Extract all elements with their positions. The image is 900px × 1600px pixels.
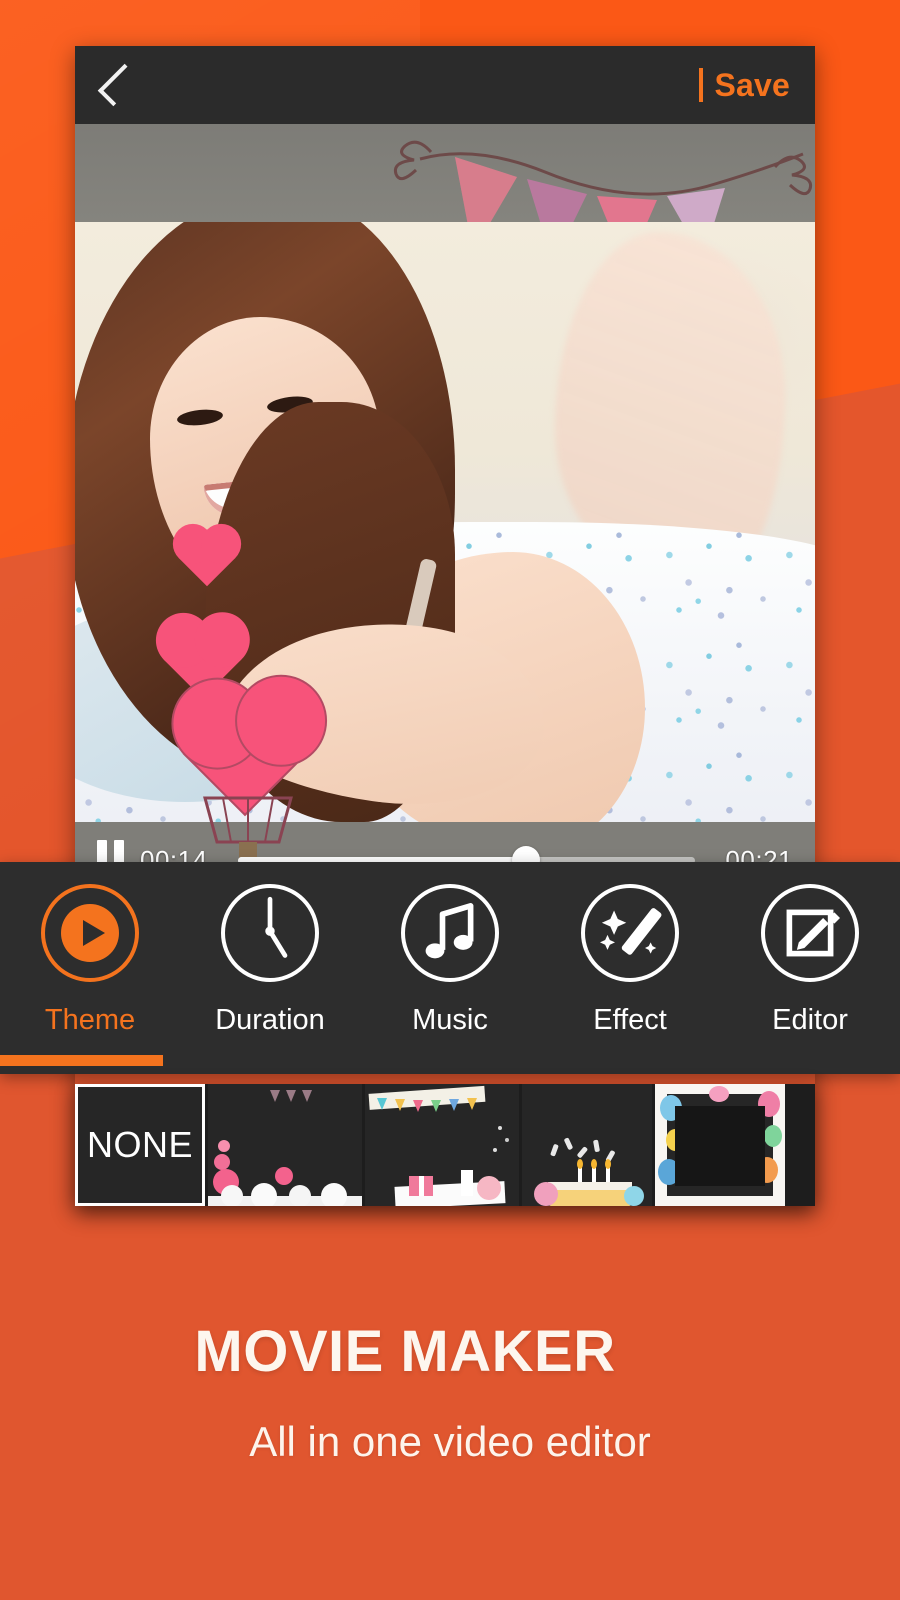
theme-thumbnail-birthday-cake[interactable] xyxy=(522,1084,652,1206)
theme-art-party xyxy=(368,1085,509,1206)
tab-icon-wrapper-theme xyxy=(41,884,139,982)
theme-art-hearts xyxy=(208,1090,362,1206)
tab-music[interactable]: Music xyxy=(360,862,540,1074)
save-button[interactable]: Save xyxy=(699,67,815,104)
promo-title: MOVIE MAKER xyxy=(194,1319,616,1384)
theme-thumbnail-label-none: NONE xyxy=(86,1124,193,1165)
magic-wand-icon xyxy=(600,908,662,955)
theme-thumbnail-balloon-frame[interactable] xyxy=(655,1084,785,1206)
theme-art-birthday xyxy=(534,1137,644,1206)
app-top-bar: Save xyxy=(75,46,815,124)
promo-subtitle: All in one video editor xyxy=(249,1418,651,1465)
clock-icon xyxy=(265,896,288,958)
save-divider xyxy=(699,68,704,102)
tab-icon-wrapper-duration xyxy=(221,884,319,982)
tab-active-indicator xyxy=(0,1055,163,1066)
edit-pencil-icon xyxy=(786,909,840,957)
play-circle-icon xyxy=(61,904,119,962)
editor-tab-bar: Theme Duration Music Effect Editor xyxy=(0,862,900,1074)
tab-effect[interactable]: Effect xyxy=(540,862,720,1074)
video-preview[interactable]: 00:14 00:21 xyxy=(75,124,815,896)
theme-art-balloon-frame xyxy=(655,1084,785,1206)
tab-label-editor: Editor xyxy=(772,1004,848,1036)
tab-icon-wrapper-editor xyxy=(761,884,859,982)
theme-thumbnail-strip[interactable]: NONE xyxy=(75,1084,815,1206)
tab-label-music: Music xyxy=(412,1004,488,1036)
tab-duration[interactable]: Duration xyxy=(180,862,360,1074)
chevron-left-icon xyxy=(97,63,141,107)
tab-editor[interactable]: Editor xyxy=(720,862,900,1074)
music-note-icon xyxy=(425,903,474,959)
theme-thumbnail-hearts[interactable] xyxy=(208,1084,362,1206)
save-button-label: Save xyxy=(714,66,790,103)
tab-label-effect: Effect xyxy=(593,1004,667,1036)
back-button[interactable] xyxy=(75,46,153,124)
theme-thumbnail-party-gifts[interactable] xyxy=(365,1084,519,1206)
theme-thumbnail-none[interactable]: NONE xyxy=(75,1084,205,1206)
tab-theme[interactable]: Theme xyxy=(0,862,180,1074)
tab-icon-wrapper-effect xyxy=(581,884,679,982)
tab-icon-wrapper-music xyxy=(401,884,499,982)
play-triangle-icon xyxy=(82,920,105,946)
tab-label-theme: Theme xyxy=(44,1004,136,1036)
tab-label-duration: Duration xyxy=(215,1004,325,1036)
